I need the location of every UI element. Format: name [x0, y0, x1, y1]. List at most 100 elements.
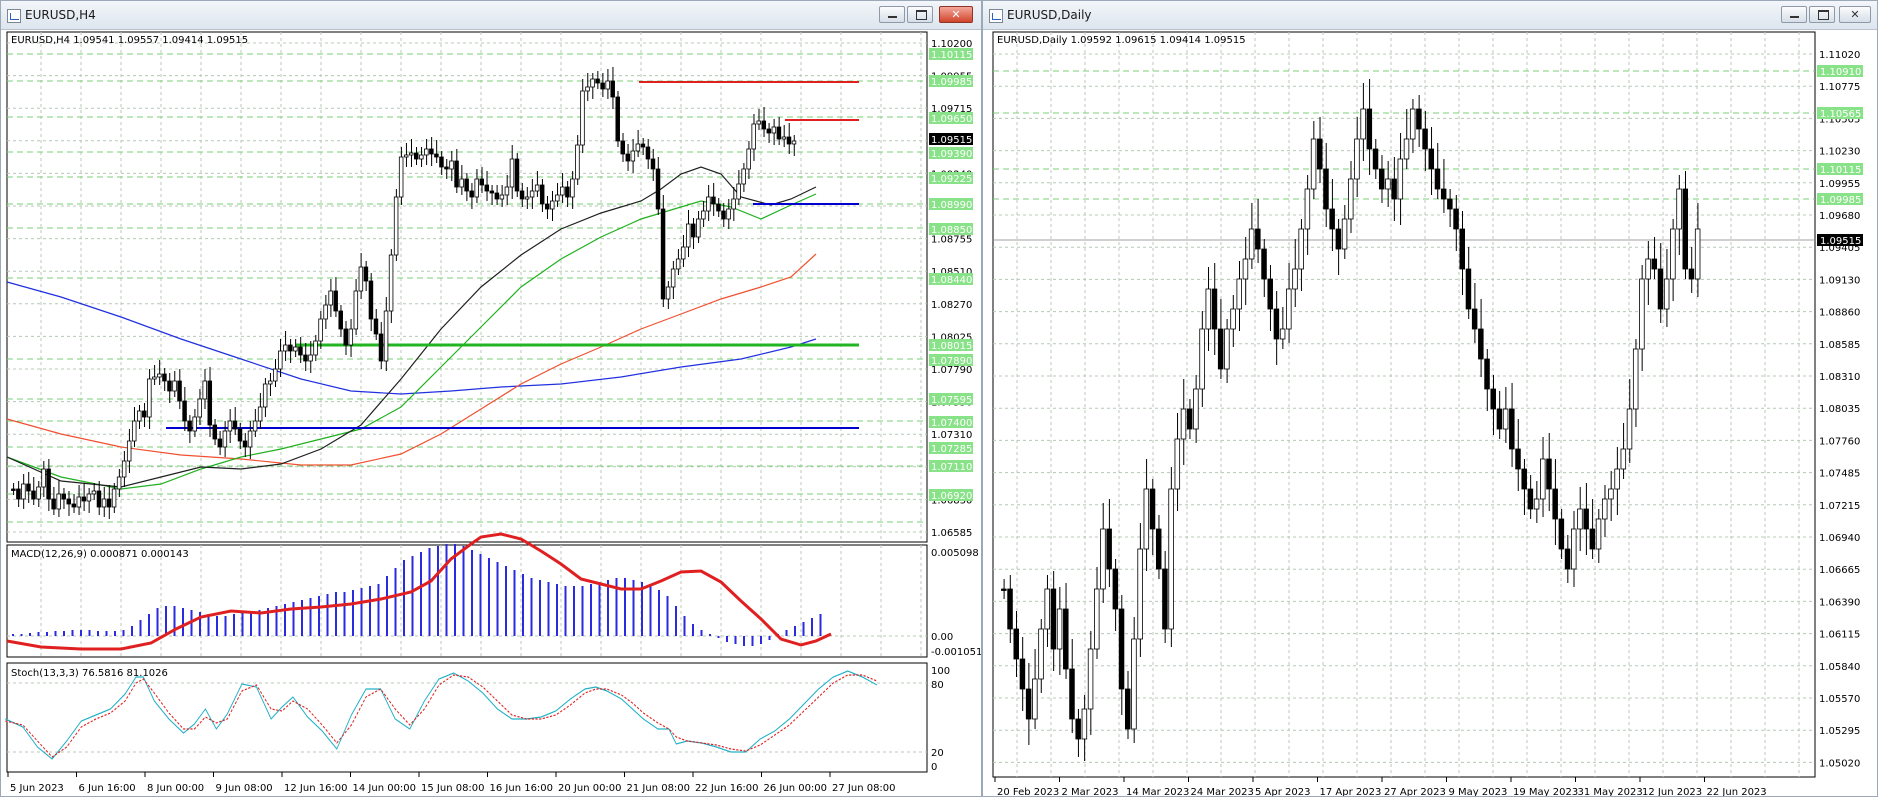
h4-level-badge-text: 1.08850 — [931, 225, 972, 236]
h4-candle — [333, 290, 338, 312]
h4-candle — [691, 223, 696, 238]
daily-candle — [1112, 568, 1119, 610]
h4-candle — [419, 154, 424, 160]
h4-chart-canvas[interactable]: EURUSD,H4 1.09541 1.09557 1.09414 1.0951… — [1, 29, 981, 796]
daily-price-tick: 1.06665 — [1819, 565, 1860, 576]
h4-level-badge-text: 1.08440 — [931, 275, 972, 286]
h4-candle — [126, 440, 132, 462]
daily-candle — [1162, 568, 1168, 630]
h4-candle — [434, 153, 439, 158]
chart-window-eurusd-h4[interactable]: EURUSD,H4 ✕ EURUSD,H4 1.09541 1.09557 1.… — [0, 0, 982, 797]
h4-level-badge-text: 1.07285 — [931, 444, 972, 455]
maximize-button[interactable] — [907, 6, 933, 23]
daily-level-badge-text: 1.10115 — [1820, 165, 1861, 176]
h4-candle — [388, 254, 394, 312]
daily-candle — [1533, 498, 1540, 510]
h4-candle — [459, 178, 464, 188]
daily-candle — [1025, 688, 1032, 720]
h4-candle — [534, 184, 540, 192]
h4-level-badge-text: 1.07595 — [931, 395, 972, 406]
h4-candle — [645, 146, 651, 160]
h4-candle — [565, 186, 570, 198]
close-button[interactable]: ✕ — [939, 6, 973, 23]
daily-candle — [1397, 158, 1404, 200]
h4-candle — [509, 158, 515, 188]
h4-candle — [298, 346, 303, 356]
h4-candle — [595, 78, 600, 84]
h4-candle — [363, 266, 369, 282]
h4-candle — [484, 184, 490, 192]
h4-candle — [716, 203, 721, 212]
h4-candle — [524, 196, 530, 200]
h4-candle — [106, 498, 112, 508]
daily-price-tick: 1.08035 — [1819, 404, 1860, 415]
daily-candle — [1608, 488, 1614, 500]
window-title: EURUSD,H4 — [25, 8, 96, 22]
daily-time-tick: 12 Jun 2023 — [1642, 787, 1702, 796]
h4-candle — [152, 376, 157, 380]
chart-window-eurusd-daily[interactable]: EURUSD,Daily ✕ EURUSD,Daily 1.09592 1.09… — [982, 0, 1878, 797]
minimize-button[interactable] — [879, 6, 905, 23]
h4-candle — [328, 290, 333, 306]
daily-candle — [1304, 188, 1311, 230]
daily-candle — [1688, 268, 1695, 280]
maximize-button[interactable] — [1809, 6, 1835, 23]
window-title: EURUSD,Daily — [1007, 8, 1092, 22]
h4-candle — [670, 268, 676, 288]
h4-candle — [338, 310, 343, 330]
daily-candle — [1670, 228, 1676, 280]
daily-candle — [1298, 228, 1304, 270]
minimize-icon — [888, 16, 897, 18]
h4-candle — [781, 136, 787, 140]
h4-candle — [529, 190, 535, 198]
h4-candle — [514, 158, 520, 192]
daily-candle — [1038, 628, 1044, 680]
daily-current-price-badge: 1.09515 — [1820, 236, 1861, 247]
h4-stoch-pane[interactable]: Stoch(13,3,3) 76.5816 81.1026 100 80 20 … — [5, 662, 950, 773]
h4-candle — [278, 350, 283, 370]
window-titlebar[interactable]: EURUSD,H4 ✕ — [1, 1, 981, 30]
daily-candle — [1447, 198, 1453, 210]
h4-candle — [232, 420, 238, 430]
daily-chart-canvas[interactable]: EURUSD,Daily 1.09592 1.09615 1.09414 1.0… — [983, 29, 1877, 796]
daily-candle — [1651, 258, 1658, 270]
daily-candle — [1106, 528, 1112, 570]
h4-candle — [786, 136, 792, 145]
daily-candle — [1509, 408, 1515, 450]
h4-candle — [675, 258, 681, 270]
daily-time-axis: 20 Feb 2023 2 Mar 2023 14 Mar 2023 24 Mar 2… — [994, 777, 1767, 796]
daily-price-tick: 1.10775 — [1819, 82, 1860, 93]
daily-candle — [1248, 228, 1255, 260]
close-button[interactable]: ✕ — [1839, 6, 1871, 23]
h4-macd-pane[interactable]: MACD(12,26,9) 0.000871 0.000143 0.005098… — [6, 532, 981, 658]
daily-candle — [1354, 138, 1360, 180]
h4-candle — [182, 400, 187, 422]
h4-candle — [680, 246, 686, 260]
h4-level-badge-text: 1.06920 — [931, 491, 972, 502]
h4-candle — [131, 420, 137, 442]
h4-price-tick: 1.06585 — [931, 528, 972, 539]
h4-candle — [494, 192, 500, 200]
daily-candle — [1428, 148, 1435, 170]
daily-candle — [1001, 588, 1007, 591]
daily-candle — [1168, 488, 1174, 630]
daily-candle — [1571, 528, 1577, 570]
daily-candle — [1087, 648, 1094, 710]
daily-price-pane[interactable]: EURUSD,Daily 1.09592 1.09615 1.09414 1.0… — [992, 31, 1863, 778]
daily-price-tick: 1.10230 — [1819, 147, 1860, 158]
daily-candle — [1378, 168, 1385, 190]
h4-candle — [650, 158, 656, 170]
h4-candle — [655, 168, 661, 210]
h4-candle — [197, 398, 202, 418]
h4-time-tick: 9 Jun 08:00 — [216, 783, 273, 794]
window-titlebar[interactable]: EURUSD,Daily ✕ — [983, 1, 1877, 30]
daily-candle — [1075, 718, 1081, 740]
daily-candle — [1601, 498, 1608, 520]
h4-candle — [685, 223, 691, 248]
h4-candle — [217, 438, 223, 448]
daily-candle — [1577, 508, 1583, 530]
h4-price-pane[interactable]: EURUSD,H4 1.09541 1.09557 1.09414 1.0951… — [6, 31, 973, 543]
minimize-button[interactable] — [1781, 6, 1807, 23]
h4-candle — [414, 152, 419, 160]
h4-time-tick: 15 Jun 08:00 — [421, 783, 485, 794]
